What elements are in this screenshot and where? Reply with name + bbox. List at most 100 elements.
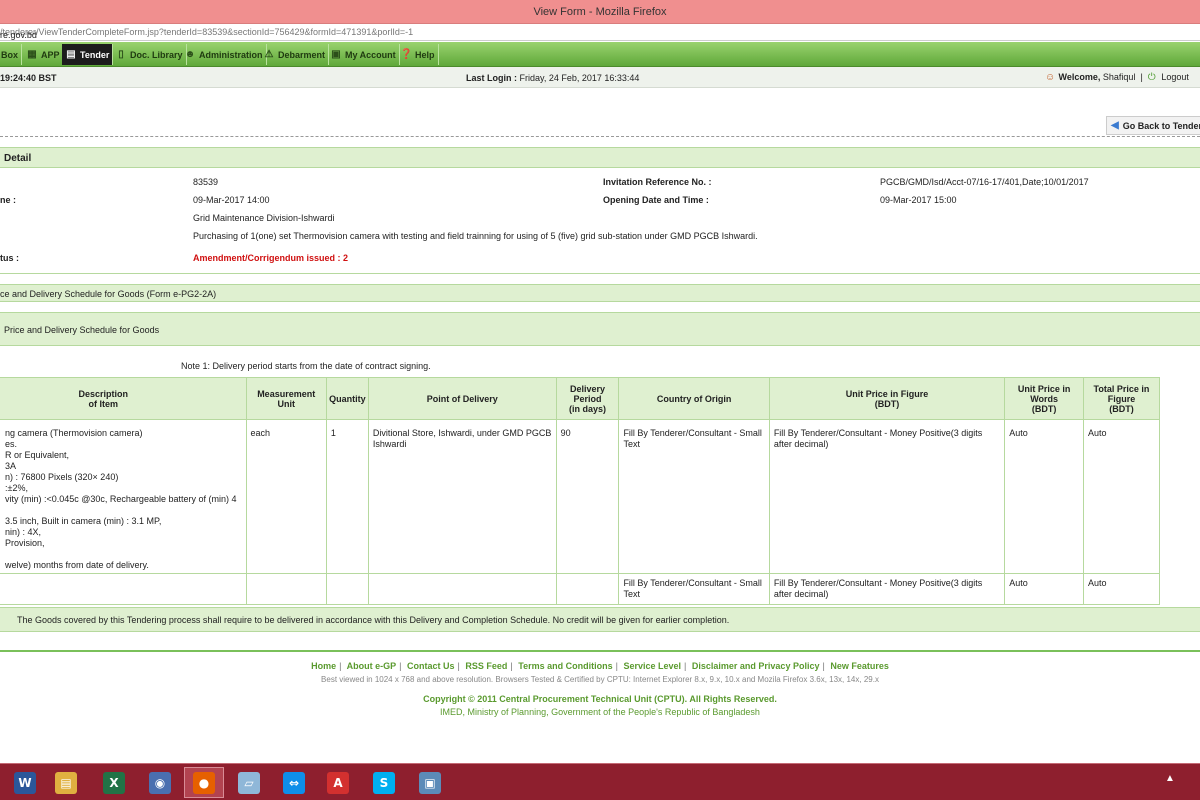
tender-status-value[interactable]: Amendment/Corrigendum issued : 2 <box>193 253 348 263</box>
admin-user-icon: ☻ <box>184 48 196 60</box>
menu-label-help: Help <box>415 49 435 60</box>
logout-icon[interactable]: ⏻ <box>1148 72 1159 83</box>
opening-date-label: Opening Date and Time : <box>603 195 709 205</box>
unit-price-words-cell: Auto <box>1004 573 1084 605</box>
menu-label-box: Box <box>1 49 19 60</box>
invitation-ref-label: Invitation Reference No. : <box>603 177 712 187</box>
menu-item-my-account[interactable]: ▣ My Account <box>327 44 400 65</box>
footer-link-contact[interactable]: Contact Us <box>407 661 455 671</box>
quantity-cell: 1 <box>325 419 369 574</box>
menu-item-help[interactable]: ❓ Help <box>397 44 439 65</box>
total-price-cell: Auto <box>1082 419 1161 574</box>
item-description-cell: ng camera (Thermovision camera) es. R or… <box>0 419 247 574</box>
window-title-bar[interactable]: View Form - Mozilla Firefox <box>0 0 1200 24</box>
country-of-origin-cell[interactable]: Fill By Tenderer/Consultant - Small Text <box>618 419 770 574</box>
detail-header: Detail <box>0 147 1200 168</box>
menu-label-tender: Tender <box>80 49 110 60</box>
tray-expand-icon[interactable]: ▲ <box>1165 773 1175 784</box>
menu-item-debarment[interactable]: ⚠ Debarment <box>260 44 330 65</box>
footer-link-new-features[interactable]: New Features <box>830 661 889 671</box>
taskbar-button-word[interactable]: W <box>5 767 45 798</box>
menu-item-doc-library[interactable]: ▯ Doc. Library <box>112 44 187 65</box>
tender-status-label: tus : <box>0 253 19 263</box>
document-icon: ▯ <box>118 48 124 60</box>
desc-line: ng camera (Thermovision camera) <box>5 428 143 438</box>
desc-line: welve) months from date of delivery. <box>5 560 149 570</box>
unit-price-figure-cell[interactable]: Fill By Tenderer/Consultant - Money Posi… <box>768 573 1006 605</box>
copyright: Copyright © 2011 Central Procurement Tec… <box>423 694 777 704</box>
taskbar-button-firefox[interactable]: ● <box>184 767 224 798</box>
taskbar-button-acrobat[interactable]: A <box>318 767 358 798</box>
taskbar: W ▤ X ◉ ● ▱ ⇔ A S ▣ <box>0 763 1200 800</box>
closing-date-value: 09-Mar-2017 14:00 <box>193 195 270 205</box>
user-name: Shafiqul <box>1102 72 1136 82</box>
window-title: View Form - Mozilla Firefox <box>533 6 667 18</box>
user-icon: ☺ <box>1045 72 1056 83</box>
col-unit-price-figure: Unit Price in Figure (BDT) <box>768 377 1006 420</box>
word-icon: W <box>14 771 36 794</box>
session-info-bar: 19:24:40 BST Last Login : Friday, 24 Feb… <box>0 67 1200 88</box>
col-unit-price-words: Unit Price in Words (BDT) <box>1004 377 1084 420</box>
opening-date-value: 09-Mar-2017 15:00 <box>880 195 957 205</box>
taskbar-button-skype[interactable]: S <box>364 767 404 798</box>
table-row: ng camera (Thermovision camera) es. R or… <box>0 419 1161 574</box>
footer-link-about[interactable]: About e-GP <box>347 661 397 671</box>
menu-label-app: APP <box>41 49 60 60</box>
footer-link-terms[interactable]: Terms and Conditions <box>518 661 612 671</box>
menu-label-my-account: My Account <box>345 49 396 60</box>
table-row: Fill By Tenderer/Consultant - Small Text… <box>0 573 1161 605</box>
tender-brief-value: Purchasing of 1(one) set Thermovision ca… <box>193 231 758 241</box>
go-back-to-tender-button[interactable]: ◀ Go Back to Tender <box>1106 116 1200 135</box>
taskbar-button-file-explorer[interactable]: ▤ <box>46 767 86 798</box>
photos-icon: ▣ <box>419 771 441 794</box>
taskbar-button-photos[interactable]: ▣ <box>410 767 450 798</box>
divider <box>0 136 1200 137</box>
point-of-delivery-cell: Divitional Store, Ishwardi, under GMD PG… <box>367 419 557 574</box>
footer-link-disclaimer[interactable]: Disclaimer and Privacy Policy <box>692 661 820 671</box>
help-icon: ❓ <box>400 48 413 60</box>
desc-line: :±2%, <box>5 483 28 493</box>
item-description-cell <box>0 573 247 605</box>
price-schedule-table: Description of Item Measurement Unit Qua… <box>0 377 1161 605</box>
last-login-label: Last Login : <box>466 73 517 83</box>
footer-link-home[interactable]: Home <box>311 661 336 671</box>
procuring-office-value: Grid Maintenance Division-Ishwardi <box>193 213 335 223</box>
total-price-cell: Auto <box>1082 573 1161 605</box>
footer-link-rss[interactable]: RSS Feed <box>465 661 507 671</box>
account-icon: ▣ <box>331 48 341 60</box>
tender-icon: ▤ <box>66 48 76 60</box>
col-total-price: Total Price in Figure (BDT) <box>1082 377 1161 420</box>
col-point-of-delivery: Point of Delivery <box>367 377 557 420</box>
acrobat-icon: A <box>327 771 349 794</box>
tender-detail-box: 83539 ne : 09-Mar-2017 14:00 Grid Mainte… <box>0 168 1200 274</box>
menu-label-administration: Administration <box>199 49 263 60</box>
col-quantity: Quantity <box>325 377 369 420</box>
address-host: re.gov.bd <box>0 30 37 40</box>
country-of-origin-cell[interactable]: Fill By Tenderer/Consultant - Small Text <box>618 573 770 605</box>
address-url[interactable]: re.gov.bd/tenderer/ViewTenderCompleteFor… <box>0 27 413 40</box>
menu-item-message-box[interactable]: Box <box>0 44 23 65</box>
quantity-cell <box>325 573 369 605</box>
closing-date-label: ne : <box>0 195 17 205</box>
footer-links: Home | About e-GP | Contact Us | RSS Feed | … <box>311 661 889 671</box>
taskbar-button-excel[interactable]: X <box>94 767 134 798</box>
menu-item-app[interactable]: ▦ APP <box>23 44 64 65</box>
taskbar-button-outlook[interactable]: ◉ <box>140 767 180 798</box>
notes-icon: ▱ <box>238 771 260 794</box>
menu-item-administration[interactable]: ☻ Administration <box>181 44 267 65</box>
unit-price-figure-cell[interactable]: Fill By Tenderer/Consultant - Money Posi… <box>768 419 1006 574</box>
menu-item-tender[interactable]: ▤ Tender <box>62 44 114 65</box>
address-bar[interactable]: re.gov.bd/tenderer/ViewTenderCompleteFor… <box>0 24 1200 41</box>
logout-link[interactable]: Logout <box>1161 72 1189 82</box>
measurement-unit-cell: each <box>245 419 327 574</box>
welcome-separator: | <box>1140 72 1143 82</box>
footer-link-service-level[interactable]: Service Level <box>623 661 681 671</box>
last-login-value: Friday, 24 Feb, 2017 16:33:44 <box>519 73 640 83</box>
taskbar-button-teamviewer[interactable]: ⇔ <box>274 767 314 798</box>
browser-note: Best viewed in 1024 x 768 and above reso… <box>321 675 879 684</box>
delivery-note: Note 1: Delivery period starts from the … <box>181 361 431 371</box>
delivery-period-cell: 90 <box>555 419 620 574</box>
desc-line: 3.5 inch, Built in camera (min) : 3.1 MP… <box>5 516 162 526</box>
skype-icon: S <box>373 771 395 794</box>
taskbar-button-notes[interactable]: ▱ <box>229 767 269 798</box>
